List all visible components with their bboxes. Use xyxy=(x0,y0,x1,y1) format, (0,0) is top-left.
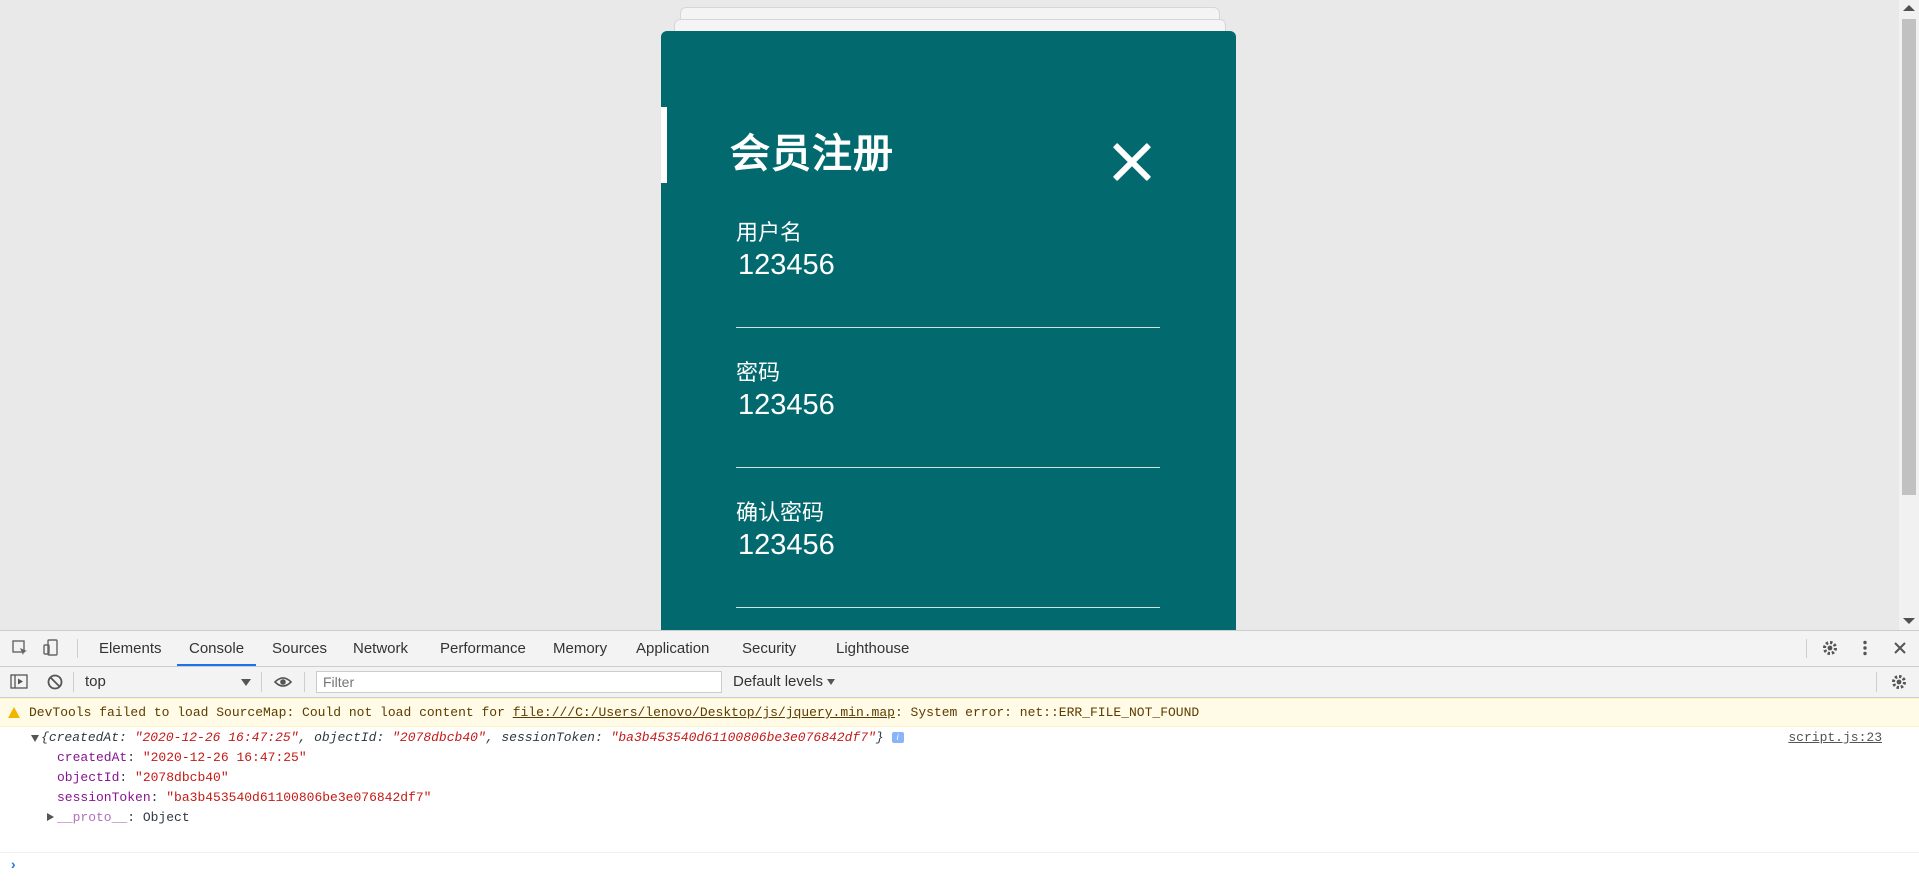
prompt-chevron-icon: › xyxy=(9,858,18,874)
property-key: objectId xyxy=(57,770,120,785)
page-scrollbar[interactable] xyxy=(1899,0,1919,630)
scroll-down-icon[interactable] xyxy=(1903,618,1915,624)
property-value: "2078dbcb40" xyxy=(135,770,229,785)
summary-value: "2020-12-26 16:47:25" xyxy=(134,730,299,745)
object-property: sessionToken: "ba3b453540d61100806be3e07… xyxy=(57,790,432,805)
confirm-password-input[interactable] xyxy=(738,529,1148,562)
source-location-link[interactable]: script.js:23 xyxy=(1788,729,1882,747)
tab-elements[interactable]: Elements xyxy=(87,631,174,666)
property-key: sessionToken xyxy=(57,790,151,805)
summary-key: createdAt xyxy=(48,730,120,745)
devtools-panel: Elements Console Sources Network Perform… xyxy=(0,630,1919,891)
clear-console-icon[interactable] xyxy=(46,673,64,691)
sidebar-toggle-icon[interactable] xyxy=(10,673,28,691)
confirm-password-field: 确认密码 xyxy=(736,495,1160,608)
more-options-icon[interactable] xyxy=(1856,639,1874,657)
inspect-element-icon[interactable] xyxy=(11,639,29,657)
property-key: createdAt xyxy=(57,750,128,765)
live-expression-eye-icon[interactable] xyxy=(274,673,292,691)
proto-value: Object xyxy=(142,810,190,825)
password-label: 密码 xyxy=(736,360,781,385)
scrollbar-thumb[interactable] xyxy=(1902,19,1916,495)
username-field: 用户名 xyxy=(736,215,1160,328)
username-input[interactable] xyxy=(738,249,1148,282)
register-title: 会员注册 xyxy=(730,132,894,176)
context-value: top xyxy=(85,673,106,690)
dropdown-caret-icon xyxy=(241,679,251,686)
dropdown-caret-icon xyxy=(827,679,836,686)
expand-triangle-icon[interactable] xyxy=(31,735,39,742)
tab-memory[interactable]: Memory xyxy=(541,631,619,666)
confirm-password-label: 确认密码 xyxy=(736,500,825,525)
warning-suffix: : System error: net::ERR_FILE_NOT_FOUND xyxy=(894,705,1200,720)
info-icon[interactable]: i xyxy=(891,732,904,744)
close-devtools-icon[interactable] xyxy=(1891,639,1909,657)
register-panel: 会员注册 用户名 密码 确认密码 xyxy=(661,31,1236,630)
warning-text: DevTools failed to load SourceMap: Could… xyxy=(29,705,513,720)
summary-value: "2078dbcb40" xyxy=(392,730,486,745)
panel-side-tab xyxy=(661,107,667,183)
property-value: "ba3b453540d61100806be3e076842df7" xyxy=(166,790,432,805)
console-prompt[interactable]: › xyxy=(0,852,1919,875)
property-value: "2020-12-26 16:47:25" xyxy=(142,750,307,765)
object-property: createdAt: "2020-12-26 16:47:25" xyxy=(57,750,307,765)
context-select[interactable]: top xyxy=(85,671,253,693)
tab-network[interactable]: Network xyxy=(341,631,420,666)
log-levels-label: Default levels xyxy=(733,673,824,690)
username-label: 用户名 xyxy=(736,220,803,245)
devtools-tabbar: Elements Console Sources Network Perform… xyxy=(0,631,1919,667)
password-field: 密码 xyxy=(736,355,1160,468)
object-property: objectId: "2078dbcb40" xyxy=(57,770,229,785)
password-input[interactable] xyxy=(738,389,1148,422)
divider xyxy=(73,672,74,692)
tab-security[interactable]: Security xyxy=(730,631,808,666)
tab-lighthouse[interactable]: Lighthouse xyxy=(824,631,921,666)
console-filter-input[interactable] xyxy=(316,671,722,693)
summary-value: "ba3b453540d61100806be3e076842df7" xyxy=(610,730,876,745)
tab-console[interactable]: Console xyxy=(177,631,257,666)
divider xyxy=(1806,639,1807,658)
close-icon[interactable] xyxy=(1111,141,1153,183)
console-settings-gear-icon[interactable] xyxy=(1890,673,1908,691)
console-toolbar: top Default levels xyxy=(0,667,1919,698)
divider xyxy=(1876,672,1877,692)
console-output: DevTools failed to load SourceMap: Could… xyxy=(0,698,1919,891)
log-levels-dropdown[interactable]: Default levels xyxy=(733,671,836,693)
expand-triangle-icon[interactable] xyxy=(47,813,54,821)
divider xyxy=(77,639,78,658)
divider xyxy=(304,672,305,692)
sourcemap-link[interactable]: file:///C:/Users/lenovo/Desktop/js/jquer… xyxy=(513,705,895,720)
summary-key: sessionToken xyxy=(501,730,595,745)
tab-application[interactable]: Application xyxy=(624,631,721,666)
divider xyxy=(261,672,262,692)
warning-icon xyxy=(8,707,20,718)
scroll-up-icon[interactable] xyxy=(1903,5,1915,11)
warning-message: DevTools failed to load SourceMap: Could… xyxy=(0,698,1919,727)
page-viewport: 会员注册 用户名 密码 确认密码 xyxy=(0,0,1899,630)
settings-gear-icon[interactable] xyxy=(1821,639,1839,657)
tab-sources[interactable]: Sources xyxy=(260,631,339,666)
summary-key: objectId xyxy=(314,730,377,745)
tab-performance[interactable]: Performance xyxy=(428,631,538,666)
device-toolbar-icon[interactable] xyxy=(43,639,61,657)
proto-key: __proto__ xyxy=(57,810,128,825)
